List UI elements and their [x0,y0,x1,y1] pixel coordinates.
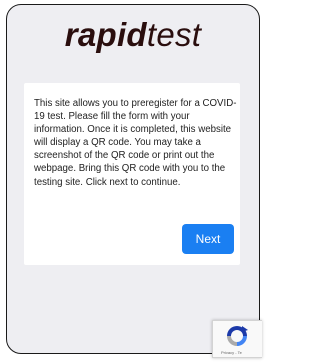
recaptcha-icon [227,326,248,346]
logo-light-text: test [146,16,202,53]
next-button[interactable]: Next [182,224,234,254]
logo-bold-text: rapid [64,16,147,53]
recaptcha-privacy-label[interactable]: Privacy - Te [221,350,242,355]
recaptcha-badge[interactable]: Privacy - Te [212,320,262,358]
rapidtest-logo: rapidtest [7,15,259,55]
instructions-text: This site allows you to preregister for … [34,98,237,188]
info-card: This site allows you to preregister for … [24,83,240,265]
phone-screen: rapidtest This site allows you to prereg… [6,4,260,354]
